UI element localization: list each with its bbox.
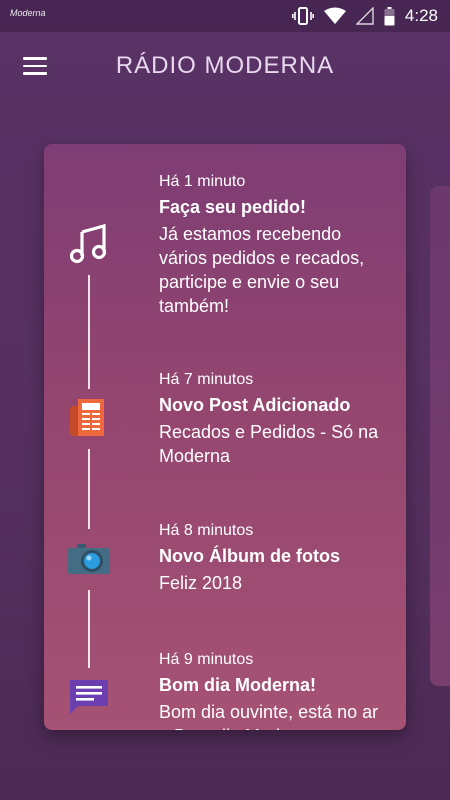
app-title: RÁDIO MODERNA — [115, 52, 335, 79]
status-bar: Moderna 4:28 — [0, 0, 450, 32]
timeline-line — [88, 590, 90, 668]
newspaper-icon — [70, 399, 104, 436]
status-app-logo: Moderna — [10, 8, 46, 18]
camera-icon — [68, 544, 110, 574]
status-icons: 4:28 — [291, 4, 438, 28]
battery-icon — [384, 6, 395, 25]
music-note-icon — [69, 223, 107, 264]
vibrate-icon — [291, 7, 314, 25]
feed-item-body: Bom dia ouvinte, está no ar o Bom dia Mo… — [159, 702, 379, 730]
next-card-peek[interactable] — [430, 186, 450, 686]
feed-card[interactable]: Há 1 minuto Faça seu pedido! Já estamos … — [44, 144, 406, 730]
feed-item-time: Há 8 minutos — [159, 522, 254, 539]
feed-item-title: Novo Post Adicionado — [159, 395, 351, 415]
timeline-line — [88, 449, 90, 529]
feed-item-body: Já estamos recebendo vários pedidos e re… — [159, 224, 365, 316]
timeline-line — [88, 275, 90, 389]
chat-message-icon — [70, 680, 108, 714]
wifi-icon — [323, 7, 346, 24]
status-time: 4:28 — [404, 6, 438, 25]
feed-item-title: Bom dia Moderna! — [159, 675, 317, 695]
signal-icon — [355, 7, 374, 25]
feed-item-title: Faça seu pedido! — [159, 197, 307, 217]
app-bar: RÁDIO MODERNA — [0, 32, 450, 100]
feed-item-body: Recados e Pedidos - Só na Moderna — [159, 422, 379, 466]
feed-item-time: Há 9 minutos — [159, 651, 254, 668]
feed-item-body: Feliz 2018 — [159, 573, 243, 593]
feed-item-time: Há 1 minuto — [159, 173, 246, 190]
feed-item-time: Há 7 minutos — [159, 371, 254, 388]
feed-item-title: Novo Álbum de fotos — [159, 546, 340, 566]
